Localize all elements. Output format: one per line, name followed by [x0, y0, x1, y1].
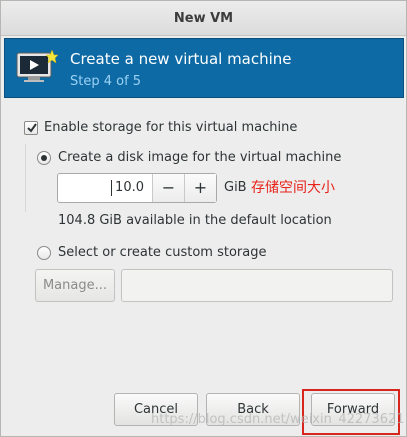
decrement-button[interactable]: −	[152, 174, 184, 202]
storage-size-annotation: 存储空间大小	[251, 180, 335, 196]
manage-button[interactable]: Manage...	[35, 269, 115, 302]
custom-storage-radio[interactable]	[37, 246, 51, 260]
wizard-header: Create a new virtual machine Step 4 of 5	[4, 38, 404, 98]
disk-size-unit: GiB	[224, 180, 247, 195]
radio-selected-dot	[41, 155, 47, 161]
window-title: New VM	[173, 10, 234, 26]
new-vm-dialog: New VM Create a new virtual machine Step…	[0, 0, 407, 437]
disk-size-input[interactable]: 10.0	[58, 174, 152, 202]
create-disk-radio[interactable]	[37, 151, 51, 165]
vm-monitor-icon	[16, 50, 58, 82]
disk-size-spinbutton[interactable]: 10.0 − +	[57, 173, 217, 203]
enable-storage-label[interactable]: Enable storage for this virtual machine	[44, 120, 297, 135]
wizard-title: Create a new virtual machine	[70, 50, 292, 68]
custom-storage-path-input[interactable]	[121, 269, 393, 302]
disk-size-value: 10.0	[115, 180, 144, 195]
increment-button[interactable]: +	[184, 174, 216, 202]
available-space-text: 104.8 GiB available in the default locat…	[58, 213, 332, 228]
text-cursor	[111, 180, 112, 196]
checkmark-icon	[27, 123, 37, 133]
custom-storage-label[interactable]: Select or create custom storage	[58, 245, 266, 260]
create-disk-label[interactable]: Create a disk image for the virtual mach…	[58, 150, 341, 165]
wizard-step: Step 4 of 5	[70, 74, 142, 89]
title-bar[interactable]: New VM	[1, 1, 406, 36]
enable-storage-checkbox[interactable]	[24, 121, 38, 135]
watermark-text: https://blog.csdn.net/weixin_42273621	[151, 412, 405, 427]
